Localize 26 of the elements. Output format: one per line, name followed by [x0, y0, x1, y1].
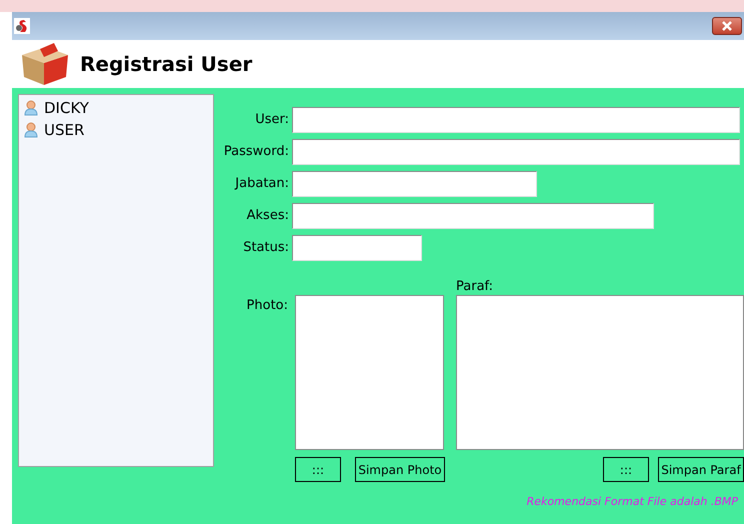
close-button[interactable] [712, 17, 742, 35]
field-label: Status: [242, 239, 290, 258]
browse-paraf-button[interactable]: ::: [603, 457, 649, 482]
field-label: Password: [222, 143, 290, 162]
user-list-item[interactable]: DICKY [23, 97, 213, 119]
save-photo-button[interactable]: Simpan Photo [355, 457, 445, 482]
close-icon [722, 21, 732, 31]
field-label: Akses: [246, 207, 290, 226]
input-field[interactable] [292, 139, 740, 165]
app-icon [14, 18, 30, 34]
box-logo-icon [20, 43, 70, 85]
input-field[interactable] [292, 171, 537, 197]
photo-label: Photo: [246, 297, 288, 314]
input-field[interactable] [292, 235, 422, 261]
paraf-label: Paraf: [456, 278, 494, 295]
window-title: Registrasi User [80, 51, 252, 78]
user-icon [23, 122, 39, 138]
save-paraf-button[interactable]: Simpan Paraf [658, 457, 744, 482]
input-field[interactable] [292, 107, 740, 133]
field-label: User: [254, 111, 290, 130]
input-field[interactable] [292, 203, 654, 229]
format-note: Rekomendasi Format File adalah .BMP [526, 494, 739, 510]
browse-photo-button[interactable]: ::: [295, 457, 341, 482]
user-icon [23, 100, 39, 116]
field-label: Jabatan: [234, 175, 290, 194]
user-list-item[interactable]: USER [23, 119, 213, 141]
